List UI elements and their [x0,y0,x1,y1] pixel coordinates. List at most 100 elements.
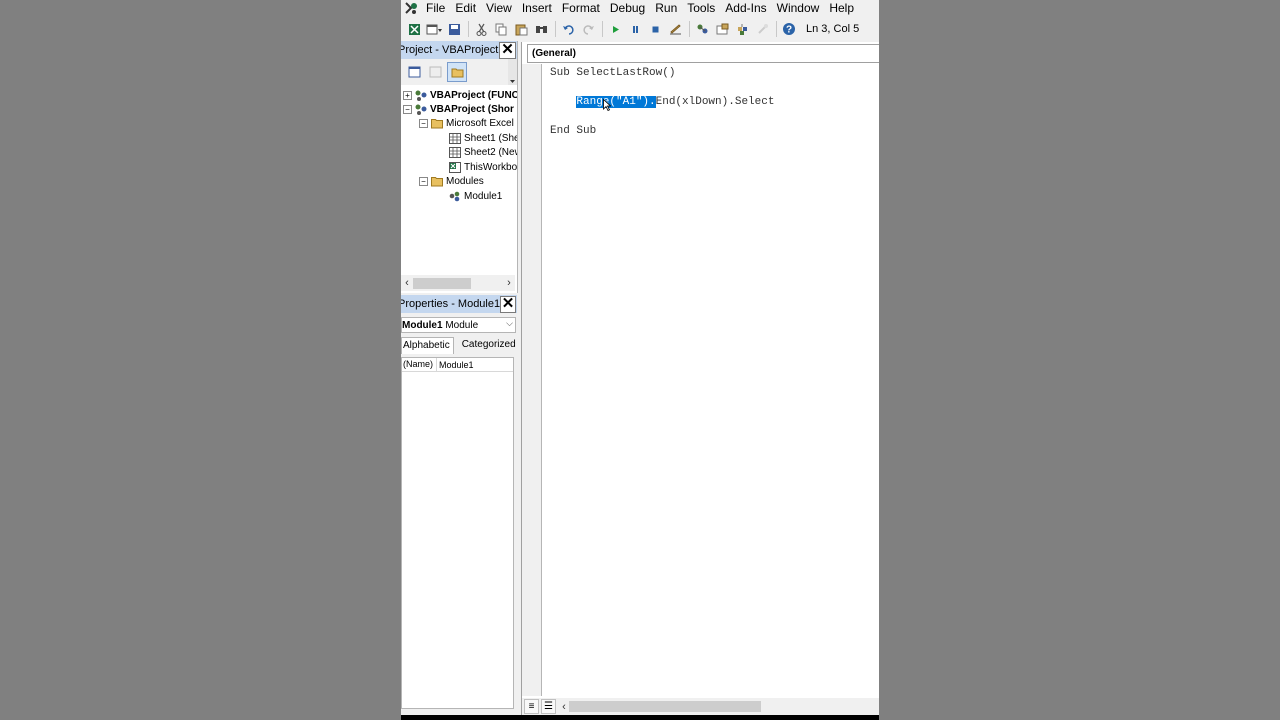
project-explorer-title-bar[interactable]: Project - VBAProject ✕ [401,41,517,59]
procedure-view-icon[interactable]: ≡ [524,699,539,714]
project-explorer-icon[interactable] [693,20,711,38]
project-explorer-title: Project - VBAProject [401,44,499,56]
insert-userform-icon[interactable] [425,20,443,38]
menu-help[interactable]: Help [824,1,859,16]
reset-icon[interactable] [646,20,664,38]
folder-icon [431,118,443,128]
undo-icon[interactable] [559,20,577,38]
cursor-position-status: Ln 3, Col 5 [806,23,860,35]
tree-label: VBAProject (FUNC [430,89,517,101]
menu-window[interactable]: Window [772,1,825,16]
toolbar-separator [602,21,603,37]
tree-label: Sheet1 (She [464,132,517,144]
vba-editor-window: File Edit View Insert Format Debug Run T… [401,0,879,720]
project-toolbar-scroll-icon[interactable] [508,59,517,85]
break-icon[interactable] [626,20,644,38]
copy-icon[interactable] [492,20,510,38]
menu-run[interactable]: Run [650,1,682,16]
menu-insert[interactable]: Insert [517,1,557,16]
menu-view[interactable]: View [481,1,517,16]
tree-label: Module1 [464,190,503,202]
worksheet-icon [449,132,461,144]
object-browser-icon[interactable] [733,20,751,38]
view-code-icon[interactable] [405,63,423,81]
tree-node-sheet1[interactable]: Sheet1 (She [449,131,517,145]
design-mode-icon[interactable] [666,20,684,38]
properties-object-dropdown[interactable]: Module1 Module ⌵ [401,317,516,333]
worksheet-icon [449,146,461,158]
properties-title: Properties - Module1 [401,298,501,310]
toolbar-separator [776,21,777,37]
toolbar-separator [555,21,556,37]
view-object-icon[interactable] [426,63,444,81]
redo-icon[interactable] [579,20,597,38]
property-name: (Name) [402,358,437,371]
view-excel-icon[interactable] [405,20,423,38]
save-icon[interactable] [445,20,463,38]
svg-text:?: ? [786,25,792,36]
cut-icon[interactable] [472,20,490,38]
tree-node-vbaproject-func[interactable]: + VBAProject (FUNC [403,88,517,102]
collapse-icon[interactable]: − [419,118,428,128]
tree-node-sheet2[interactable]: Sheet2 (New [449,145,517,159]
workbook-icon [449,161,461,173]
scroll-right-icon[interactable]: › [503,277,515,289]
project-tree-horizontal-scrollbar[interactable]: ‹ › [401,275,515,291]
module-icon [449,191,460,201]
expand-icon[interactable]: + [403,90,412,100]
chevron-down-icon[interactable]: ⌵ [506,318,513,329]
property-row[interactable]: (Name) Module1 [402,358,513,372]
tree-node-module1[interactable]: Module1 [449,189,502,203]
code-text: End(xlDown).Select [655,96,775,108]
run-icon[interactable] [606,20,624,38]
menu-add-ins[interactable]: Add-Ins [720,1,771,16]
code-window: (General) Sub SelectLastRow() Range("A1"… [521,42,879,715]
properties-pane: Properties - Module1 ✕ Module1 Module ⌵ … [401,295,517,713]
code-line-3[interactable]: End Sub [550,125,596,137]
tree-node-thisworkbook[interactable]: ThisWorkbo [449,160,517,174]
toggle-folders-icon[interactable] [447,62,467,82]
paste-icon[interactable] [512,20,530,38]
tree-node-modules[interactable]: − Modules [419,174,484,188]
properties-window-icon[interactable] [713,20,731,38]
tab-categorized[interactable]: Categorized [456,337,522,354]
menu-bar: File Edit View Insert Format Debug Run T… [401,0,879,16]
collapse-icon[interactable]: − [403,104,412,114]
scrollbar-thumb[interactable] [569,701,761,712]
code-editor[interactable]: Sub SelectLastRow() Range("A1").End(xlDo… [550,64,879,696]
find-icon[interactable] [532,20,550,38]
vba-project-icon [415,104,427,115]
collapse-icon[interactable]: − [419,176,428,186]
properties-title-bar[interactable]: Properties - Module1 ✕ [401,295,517,313]
menu-file[interactable]: File [421,1,450,16]
tree-label: VBAProject (Shor [430,103,514,115]
project-explorer-toolbar [401,59,517,85]
menu-format[interactable]: Format [557,1,605,16]
help-icon[interactable]: ? [780,20,798,38]
close-properties-icon[interactable]: ✕ [500,295,516,313]
excel-vba-logo-icon[interactable] [401,0,421,16]
close-project-explorer-icon[interactable]: ✕ [499,41,516,59]
menu-debug[interactable]: Debug [605,1,650,16]
code-line-2[interactable]: Range("A1").End(xlDown).Select [550,96,774,108]
property-value[interactable]: Module1 [437,360,474,370]
object-dropdown[interactable]: (General) [527,44,879,63]
code-line-1[interactable]: Sub SelectLastRow() [550,67,675,79]
tree-node-vbaproject-shor[interactable]: − VBAProject (Shor [403,102,514,116]
full-module-view-icon[interactable]: ☰ [541,699,556,714]
code-selection[interactable]: Range("A1"). [576,96,656,108]
toolbar-separator [468,21,469,37]
tab-alphabetic[interactable]: Alphabetic [401,337,454,354]
menu-tools[interactable]: Tools [682,1,720,16]
scroll-left-icon[interactable]: ‹ [401,277,413,289]
tree-label: Sheet2 (New [464,146,517,158]
tree-label: Microsoft Excel [446,117,514,129]
scrollbar-thumb[interactable] [413,277,471,289]
toolbox-icon[interactable] [753,20,771,38]
tree-node-microsoft-excel-objects[interactable]: − Microsoft Excel [419,116,514,130]
menu-edit[interactable]: Edit [450,1,481,16]
folder-icon [431,176,443,186]
window-bottom-border [401,715,879,720]
margin-indicator-bar[interactable] [522,64,542,696]
code-window-bottom-bar: ≡ ☰ ‹ [522,698,879,715]
